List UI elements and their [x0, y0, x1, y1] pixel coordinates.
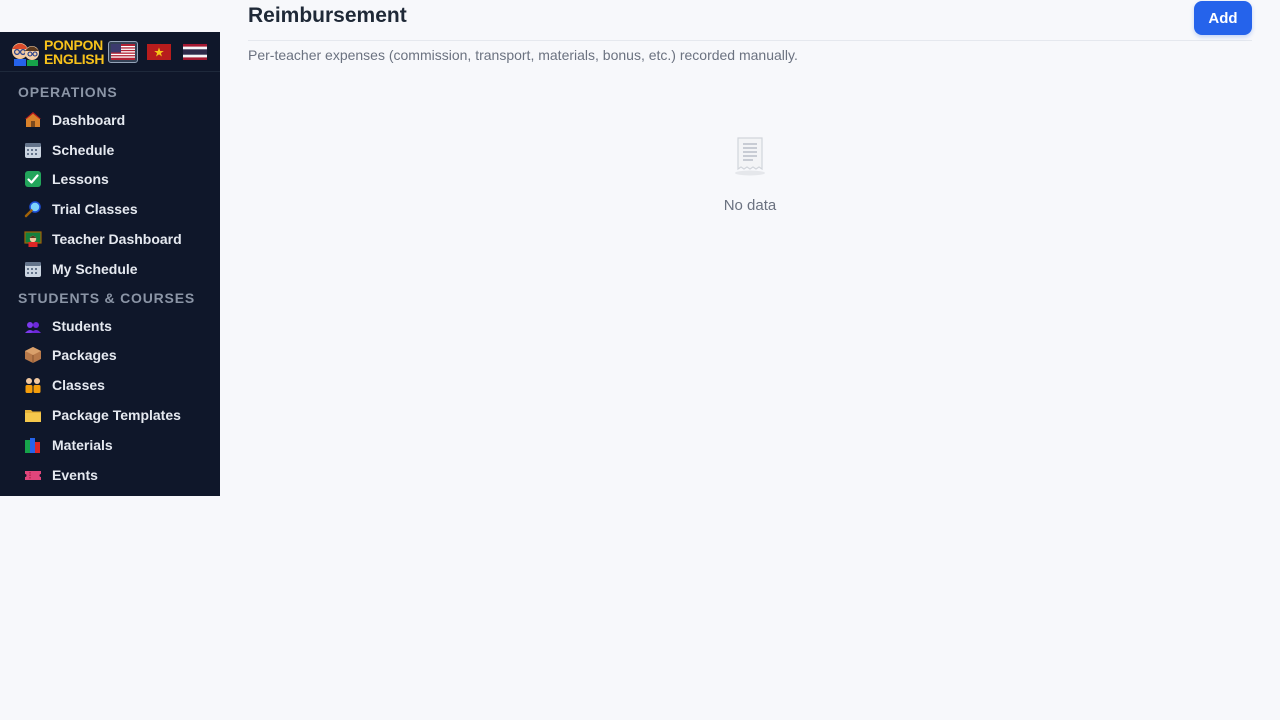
brand-name: PONPON ENGLISH	[44, 38, 104, 66]
sidebar: PONPON ENGLISH OPERATIONS Dashboard Sche…	[0, 32, 220, 496]
package-icon	[24, 346, 42, 364]
thailand-flag-icon	[183, 43, 208, 60]
vietnam-flag-icon	[147, 43, 172, 60]
books-icon	[24, 436, 42, 454]
sidebar-item-label: My Schedule	[52, 260, 138, 277]
sidebar-item-label: Lessons	[52, 171, 109, 188]
sidebar-item-schedule[interactable]: Schedule	[0, 135, 220, 165]
sidebar-item-label: Classes	[52, 377, 105, 394]
page-title: Reimbursement	[248, 4, 407, 27]
house-icon	[24, 111, 42, 129]
class-icon	[24, 376, 42, 394]
logo[interactable]: PONPON ENGLISH	[10, 38, 104, 66]
brand-line1: PONPON	[44, 36, 103, 53]
calendar-icon	[24, 260, 42, 278]
sidebar-item-label: Trial Classes	[52, 201, 138, 218]
brand-line2: ENGLISH	[44, 50, 105, 67]
brand-bar: PONPON ENGLISH	[0, 32, 220, 72]
sidebar-item-label: Packages	[52, 347, 117, 364]
sidebar-item-lessons[interactable]: Lessons	[0, 165, 220, 195]
people-icon	[24, 317, 42, 335]
page-description: Per-teacher expenses (commission, transp…	[248, 47, 798, 63]
sidebar-item-my-schedule[interactable]: My Schedule	[0, 254, 220, 284]
sidebar-item-dashboard[interactable]: Dashboard	[0, 105, 220, 135]
receipt-icon	[733, 136, 767, 181]
menu-toggle-button[interactable]	[214, 40, 218, 64]
sidebar-item-events[interactable]: Events	[0, 460, 220, 490]
ticket-icon	[24, 466, 42, 484]
video-icon	[24, 495, 42, 496]
sidebar-item-label: Schedule	[52, 141, 115, 158]
sidebar-item-package-templates[interactable]: Package Templates	[0, 400, 220, 430]
checkmark-icon	[24, 170, 42, 188]
sidebar-item-vi[interactable]: Vi	[0, 490, 220, 496]
sidebar-nav: OPERATIONS Dashboard Schedule Lessons Tr…	[0, 72, 220, 496]
language-switcher	[108, 40, 210, 63]
language-en-button[interactable]	[108, 40, 139, 63]
sidebar-item-materials[interactable]: Materials	[0, 430, 220, 460]
section-title-students-courses: STUDENTS & COURSES	[18, 289, 195, 306]
sidebar-item-trial-classes[interactable]: Trial Classes	[0, 194, 220, 224]
sidebar-item-classes[interactable]: Classes	[0, 370, 220, 400]
page-header: Reimbursement Add	[248, 0, 1252, 41]
sidebar-item-packages[interactable]: Packages	[0, 341, 220, 371]
teacher-icon	[24, 230, 42, 248]
us-flag-icon	[111, 43, 136, 60]
mascot-icon	[10, 38, 42, 66]
add-button[interactable]: Add	[1194, 1, 1252, 35]
sidebar-item-label: Package Templates	[52, 407, 181, 424]
magnifier-icon	[24, 200, 42, 218]
language-vi-button[interactable]	[144, 41, 174, 63]
sidebar-item-label: Students	[52, 317, 112, 334]
folder-icon	[24, 406, 42, 424]
sidebar-item-teacher-dashboard[interactable]: Teacher Dashboard	[0, 224, 220, 254]
main-content: Reimbursement Add Per-teacher expenses (…	[248, 0, 1252, 214]
calendar-icon	[24, 141, 42, 159]
sidebar-item-label: Materials	[52, 436, 113, 453]
sidebar-item-label: Teacher Dashboard	[52, 231, 182, 248]
sidebar-item-label: Events	[52, 466, 98, 483]
sidebar-item-students[interactable]: Students	[0, 311, 220, 341]
section-title-operations: OPERATIONS	[18, 84, 118, 100]
empty-state-text: No data	[723, 197, 777, 214]
language-th-button[interactable]	[180, 41, 210, 63]
empty-state: No data	[248, 136, 1252, 214]
sidebar-item-label: Dashboard	[52, 111, 126, 128]
